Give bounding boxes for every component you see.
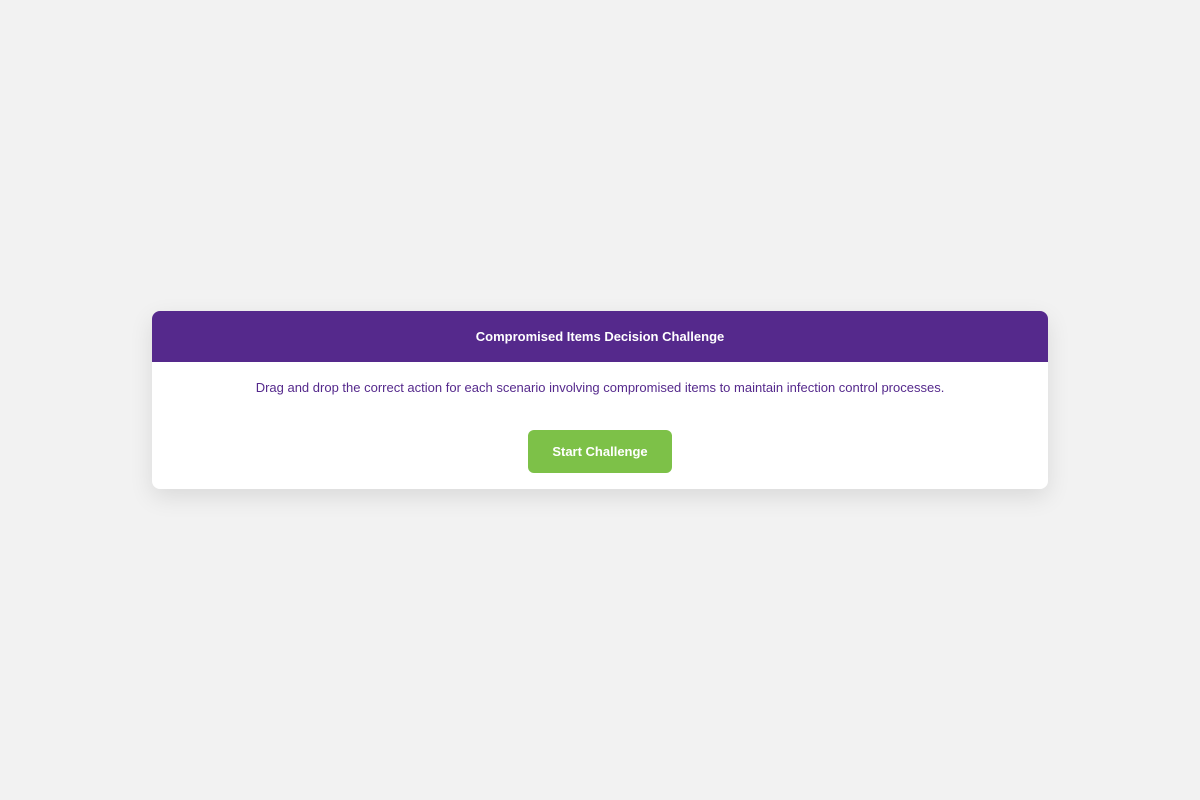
start-challenge-button[interactable]: Start Challenge <box>528 430 672 473</box>
page: Compromised Items Decision Challenge Dra… <box>0 0 1200 800</box>
challenge-instructions: Drag and drop the correct action for eac… <box>255 380 945 395</box>
challenge-card: Compromised Items Decision Challenge Dra… <box>152 311 1048 489</box>
card-body: Drag and drop the correct action for eac… <box>152 362 1048 489</box>
challenge-title: Compromised Items Decision Challenge <box>475 329 725 344</box>
card-header: Compromised Items Decision Challenge <box>152 311 1048 362</box>
